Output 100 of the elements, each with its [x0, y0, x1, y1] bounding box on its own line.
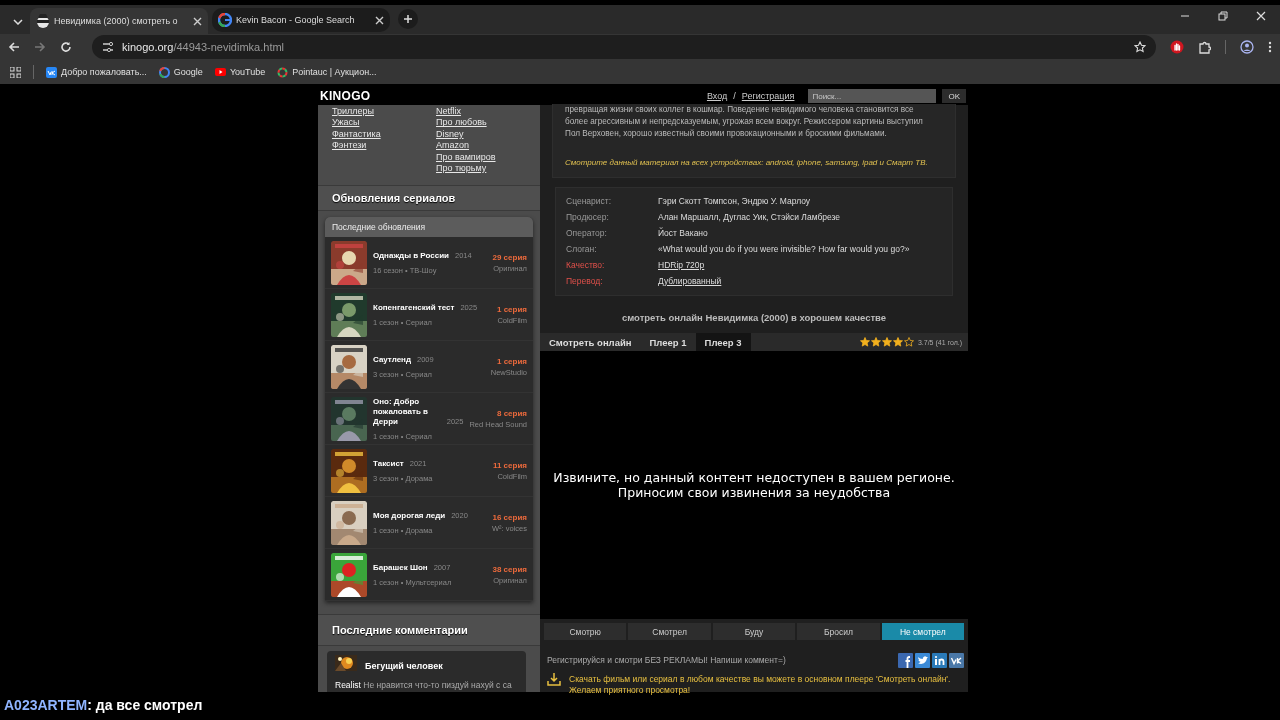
vk-icon [46, 66, 57, 78]
profile-icon[interactable] [1240, 40, 1254, 54]
separator-text: / [733, 91, 736, 101]
genre-link[interactable]: Про вампиров [436, 151, 540, 164]
bookmark[interactable]: Pointauc | Аукцион... [277, 66, 377, 78]
bookmark[interactable]: Добро пожаловать... [46, 66, 147, 78]
genre-link[interactable]: Amazon [436, 140, 540, 152]
episode-label: 8 серия [496, 408, 527, 418]
genre-link[interactable]: Триллеры [332, 106, 436, 118]
reload-icon[interactable] [60, 41, 72, 53]
star-icon[interactable] [892, 337, 903, 347]
episode-label: 16 серия [492, 512, 527, 522]
series-title: Однажды в России [373, 250, 449, 261]
episode-label: 38 серия [492, 564, 527, 574]
info-value: «What would you do if you were invisible? How far would you go?» [658, 244, 910, 254]
info-value: Йост Вакано [658, 228, 708, 238]
bookmark[interactable]: Google [158, 66, 203, 78]
download-icon [547, 672, 561, 686]
genre-link[interactable]: Про любовь [436, 117, 540, 129]
genre-link[interactable]: Disney [436, 128, 540, 141]
star-icon[interactable] [859, 337, 870, 347]
menu-icon[interactable] [1268, 41, 1272, 53]
episode-label: 29 серия [492, 252, 527, 262]
status-button[interactable]: Смотрел [628, 623, 711, 640]
genre-link[interactable]: Про тюрьму [436, 163, 540, 175]
info-label: Сценарист: [566, 196, 613, 206]
status-button[interactable]: Не смотрел [881, 623, 965, 640]
play-icon [214, 68, 226, 76]
player-tab[interactable]: Плеер 3 [695, 333, 751, 351]
browser-tab[interactable]: Невидимка (2000) смотреть о [30, 8, 208, 34]
info-label: Качество: [566, 260, 606, 270]
chat-username: A023ARTEM [4, 697, 88, 713]
close-icon[interactable] [375, 15, 384, 25]
chat-message: : да все смотрел [87, 697, 203, 713]
comment-prompt: Регистрируйся и смотри БЕЗ РЕКЛАМЫ! Напиши коммент=) [547, 655, 787, 665]
forward-icon[interactable] [34, 41, 46, 53]
description-text: превращая жизни своих коллег в кошмар. Поведение невидимого человека становится все более агрессивным и непредсказуемым, угрожая всем вокруг. Режиссером картины выступил Пол Верховен, хорошо известный своими провокационными и броскими фильмами. [565, 104, 924, 140]
info-label: Перевод: [566, 276, 604, 286]
vk-icon[interactable] [949, 652, 964, 668]
devices-note: Смотрите данный материал на всех устройствах: android, iphone, samsung, ipad и Смарт ТВ. [565, 157, 929, 169]
restore-icon[interactable] [1218, 11, 1228, 21]
search-field[interactable]: Поиск... [808, 89, 937, 103]
facebook-icon[interactable] [898, 652, 913, 668]
info-link[interactable]: HDRip 720p [658, 260, 705, 270]
player-tab[interactable]: Смотреть онлайн [540, 333, 641, 351]
status-button[interactable]: Бросил [797, 623, 880, 640]
section-heading: Обновления сериалов [318, 185, 540, 211]
series-title: Таксист [373, 458, 404, 469]
player-message: Извините, но данный контент недоступен в вашем регионе. Приносим свои извинения за неудобства [553, 470, 955, 500]
google-icon [218, 13, 232, 27]
site-settings-icon[interactable] [102, 41, 114, 53]
puzzle-icon[interactable] [1198, 40, 1211, 54]
tab-list-icon[interactable] [13, 19, 23, 25]
close-icon[interactable] [1256, 11, 1266, 21]
genre-link[interactable]: Netflix [436, 106, 540, 118]
bookmark[interactable]: YouTube [214, 67, 266, 77]
status-button[interactable]: Буду [712, 623, 796, 640]
watch-title: смотреть онлайн Невидимка (2000) в хорошем качестве [620, 312, 888, 325]
series-title: Саутленд [373, 354, 412, 365]
comment-text: Realist Не нравится что-то пиздуй нахуй с са [335, 680, 513, 690]
color-wheel-icon [277, 66, 289, 78]
genre-link[interactable]: Фантастика [332, 128, 436, 141]
panel-header: Последние обновления [325, 217, 533, 237]
browser-tab[interactable]: Kevin Bacon - Google Search [212, 8, 390, 32]
linkedin-icon[interactable] [932, 652, 947, 668]
new-tab-button[interactable] [398, 9, 418, 29]
site-logo: KINOGO [320, 89, 371, 103]
download-note: Скачать фильм или сериал в любом качестве вы можете в основном плеере 'Смотреть онлайн'. Желаем приятного просмотра! [569, 673, 951, 696]
google-icon [158, 66, 170, 78]
episode-label: 1 серия [496, 356, 527, 366]
info-link[interactable]: Дублированный [658, 276, 722, 286]
comment-title[interactable]: Бегущий человек [365, 661, 443, 671]
genre-link[interactable]: Фэнтези [332, 140, 436, 152]
hand-icon[interactable] [1170, 40, 1184, 54]
series-title: Копенгагенский тест [373, 302, 455, 313]
address-field[interactable]: kinogo.org/44943-nevidimka.html [92, 35, 1156, 59]
apps-icon[interactable] [10, 66, 21, 78]
info-value: Гэри Скотт Томпсон, Эндрю У. Марлоу [658, 196, 811, 206]
star-icon[interactable] [870, 337, 881, 347]
star-icon[interactable] [903, 337, 914, 347]
episode-label: 11 серия [492, 460, 527, 470]
twitter-icon[interactable] [915, 652, 930, 668]
series-title: Барашек Шон [373, 562, 428, 573]
search-button[interactable]: OK [942, 89, 966, 103]
series-title: Оно: Добро пожаловать в Дерри [373, 396, 429, 427]
info-label: Слоган: [566, 244, 598, 254]
status-button[interactable]: Смотрю [544, 623, 627, 640]
section-heading: Последние комментарии [318, 614, 540, 646]
info-value: Алан Маршалл, Дуглас Уик, Стэйси Ламбрезе [658, 212, 841, 222]
login-link[interactable]: Вход [706, 91, 728, 101]
close-icon[interactable] [193, 16, 202, 26]
back-icon[interactable] [8, 41, 20, 53]
register-link[interactable]: Регистрация [741, 91, 795, 101]
player-tab[interactable]: Плеер 1 [640, 333, 696, 351]
star-icon[interactable] [881, 337, 892, 347]
info-label: Оператор: [566, 228, 608, 238]
series-title: Моя дорогая леди [373, 510, 446, 521]
genre-link[interactable]: Ужасы [332, 117, 436, 129]
star-icon[interactable] [1134, 41, 1146, 53]
episode-label: 1 серия [496, 304, 527, 314]
